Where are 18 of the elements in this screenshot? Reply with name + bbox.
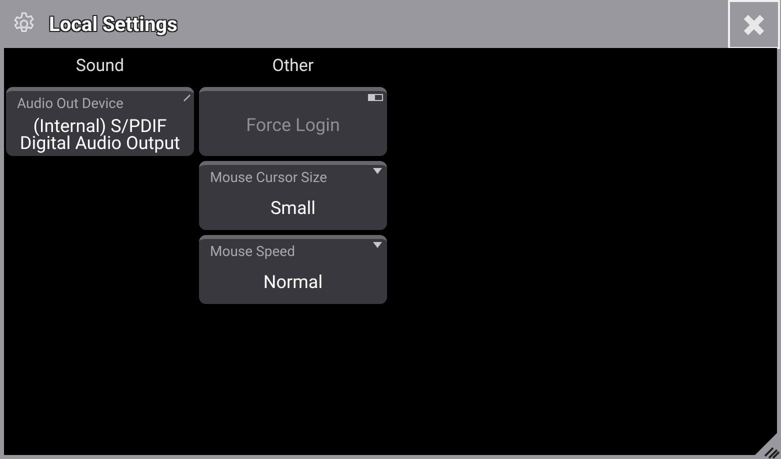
column-heading: Other <box>271 55 315 78</box>
dropdown-icon <box>373 168 382 174</box>
pencil-icon <box>183 94 191 102</box>
dropdown-button[interactable]: Mouse Speed Normal <box>199 235 387 304</box>
setting-label: Mouse Cursor Size <box>210 169 328 187</box>
setting-label: Mouse Speed <box>210 243 296 261</box>
toggle-button[interactable]: Force Login <box>199 87 387 156</box>
dropdown-icon <box>373 242 382 248</box>
setting-value: Force Login <box>245 114 341 138</box>
setting-value: Normal <box>262 271 324 295</box>
setting-label: Audio Out Device <box>17 95 124 113</box>
dropdown-button[interactable]: Mouse Cursor Size Small <box>199 161 387 230</box>
setting-button[interactable]: Audio Out Device (Internal) S/PDIF Digital Audio Output <box>6 87 194 156</box>
close-icon <box>742 12 766 36</box>
setting-value: Small <box>269 197 317 221</box>
setting-value: (Internal) S/PDIF Digital Audio Output <box>18 114 182 156</box>
window-title: Local Settings <box>49 11 178 38</box>
column-heading: Sound <box>74 55 126 78</box>
